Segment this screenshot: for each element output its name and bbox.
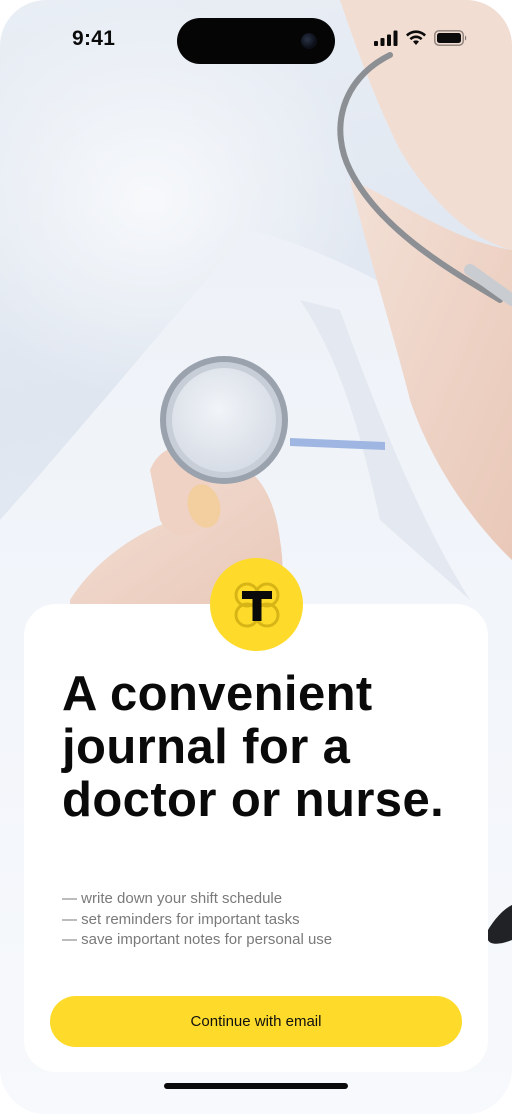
battery-icon bbox=[434, 30, 467, 46]
feature-item: — write down your shift schedule bbox=[62, 890, 283, 907]
onboarding-headline: A convenient journal for a doctor or nur… bbox=[62, 667, 445, 827]
wifi-icon bbox=[406, 30, 426, 45]
feature-item: — save important notes for personal use bbox=[62, 931, 333, 948]
feature-item: — set reminders for important tasks bbox=[62, 910, 300, 928]
status-bar: 9:41 bbox=[0, 0, 512, 82]
feature-list: — write down your shift schedule — set r… bbox=[62, 889, 462, 951]
journal-t-logo-icon bbox=[234, 582, 279, 627]
home-indicator[interactable] bbox=[164, 1083, 348, 1089]
phone-screen: 9:41 A convenient journal for a doctor o… bbox=[0, 0, 512, 1114]
status-icons bbox=[374, 30, 468, 46]
app-logo bbox=[210, 558, 303, 651]
front-camera bbox=[301, 33, 317, 49]
continue-with-email-button[interactable]: Continue with email bbox=[50, 996, 462, 1047]
dynamic-island bbox=[177, 18, 335, 64]
status-time: 9:41 bbox=[72, 27, 116, 50]
cellular-signal-icon bbox=[374, 30, 398, 46]
